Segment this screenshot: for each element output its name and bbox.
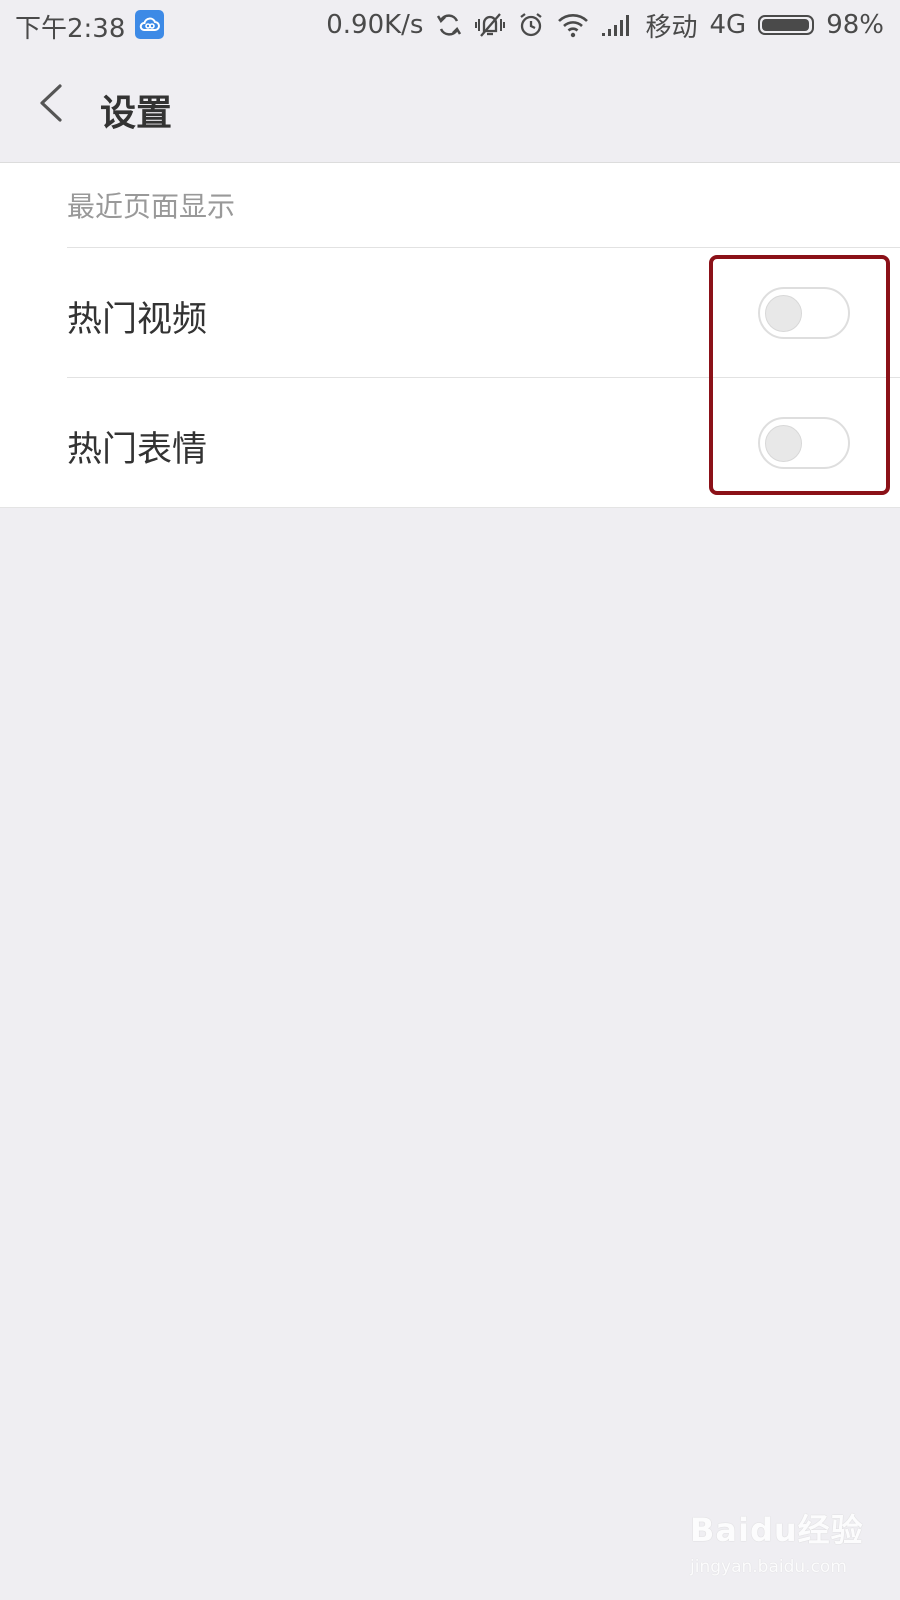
battery-level-fill — [762, 19, 810, 31]
battery-percent: 98% — [826, 10, 884, 40]
section-header: 最近页面显示 — [67, 190, 236, 223]
battery-icon — [758, 15, 815, 35]
setting-label-hot-stickers: 热门表情 — [67, 430, 208, 470]
signal-icon — [601, 13, 633, 37]
chevron-left-icon[interactable] — [32, 78, 72, 128]
wifi-icon — [557, 12, 589, 38]
app-header: 设置 — [0, 50, 900, 162]
watermark: Baidu经验 jingyan.baidu.com — [690, 1505, 870, 1590]
status-bar: 下午2:38 0.90K/s 移动 4G 98% — [0, 0, 900, 50]
divider — [67, 247, 900, 248]
alarm-icon — [517, 11, 545, 39]
cloud-icon — [135, 10, 164, 39]
page-title: 设置 — [100, 93, 173, 134]
status-time: 下午2:38 — [15, 14, 126, 44]
setting-label-hot-videos: 热门视频 — [67, 300, 208, 340]
vibrate-silent-icon — [475, 11, 506, 39]
settings-screen: 下午2:38 0.90K/s 移动 4G 98% 设置 最近页面显示 热门视频 … — [0, 0, 900, 1600]
watermark-url: jingyan.baidu.com — [690, 1557, 847, 1577]
sync-icon — [435, 11, 463, 39]
carrier-name: 移动 — [645, 12, 698, 43]
net-speed: 0.90K/s — [326, 10, 424, 40]
network-type: 4G — [709, 10, 747, 40]
status-icons: 0.90K/s 移动 4G 98% — [326, 6, 884, 44]
watermark-logo: Baidu经验 — [690, 1511, 864, 1549]
highlight-box — [709, 255, 890, 495]
